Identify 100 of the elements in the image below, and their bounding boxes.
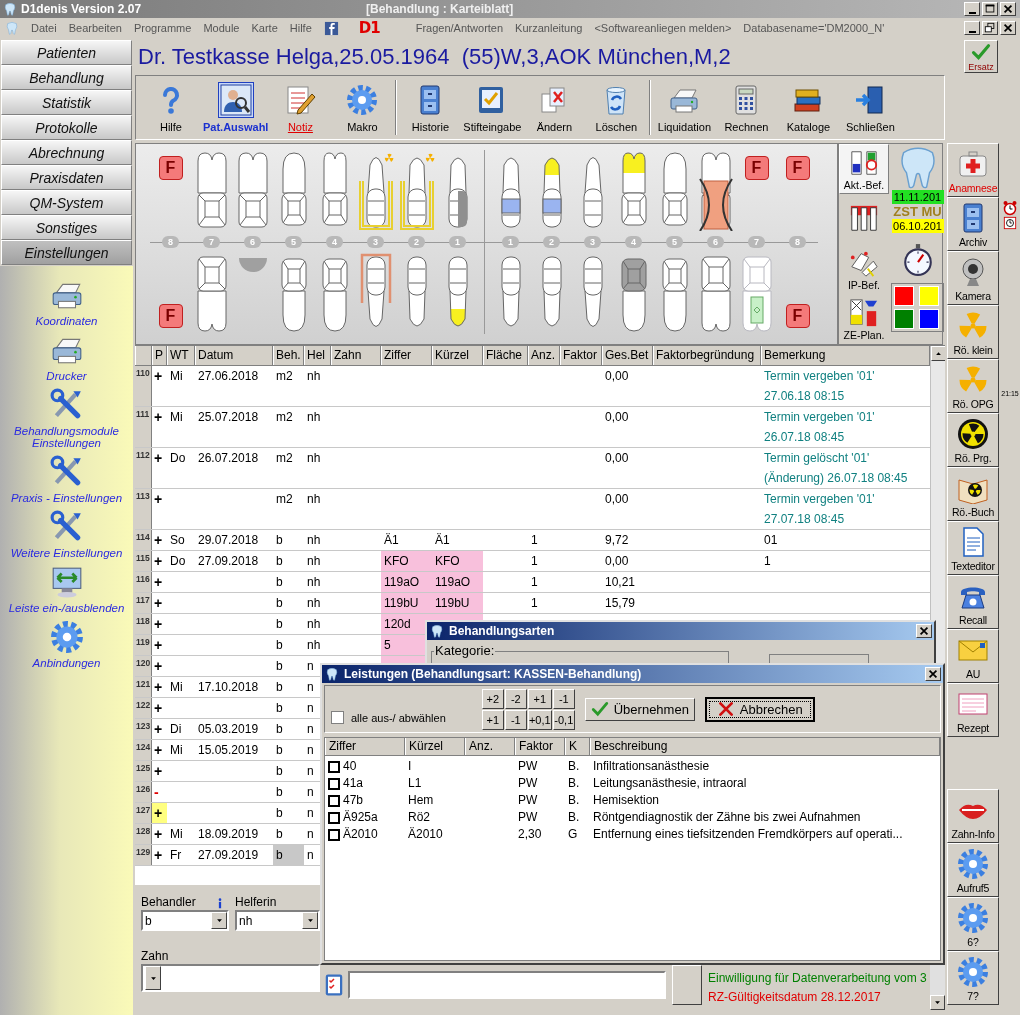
checkbox[interactable] — [328, 828, 340, 841]
close-button[interactable] — [925, 667, 941, 681]
nav-button[interactable]: Praxisdaten — [1, 165, 132, 190]
toolbar-button[interactable]: Löschen — [585, 78, 648, 137]
row-marker[interactable]: + — [152, 489, 167, 529]
side-button[interactable]: Rö. klein — [947, 305, 999, 359]
menu-link[interactable]: Databasename='DM2000_N' — [743, 22, 885, 34]
checkbox[interactable] — [328, 760, 340, 773]
menu-link[interactable]: Kurzanleitung — [515, 22, 583, 34]
row-marker[interactable]: + — [152, 530, 167, 550]
color-swatch[interactable] — [919, 309, 939, 329]
side-button[interactable]: Aufruf5 — [947, 843, 999, 897]
scroll-up-button[interactable] — [931, 346, 945, 361]
column-header[interactable]: Anz. — [528, 346, 560, 365]
tooth-flag-badge[interactable]: F — [744, 156, 769, 180]
color-swatch[interactable] — [894, 309, 914, 329]
color-swatch[interactable] — [894, 286, 914, 306]
menu-item[interactable]: Module — [203, 22, 240, 34]
column-header[interactable]: Kürzel — [432, 346, 483, 365]
settings-item[interactable]: Anbindungen — [2, 620, 131, 669]
checkbox[interactable] — [331, 711, 344, 724]
side-button[interactable]: Kamera — [947, 251, 999, 305]
nav-button[interactable]: Einstellungen — [1, 240, 132, 265]
step-button[interactable]: +1 — [527, 688, 552, 709]
dialog-button[interactable]: Abbrechen — [704, 696, 815, 722]
tooth-flag-badge[interactable]: F — [785, 156, 810, 180]
column-header[interactable]: Zahn — [331, 346, 381, 365]
menu-item[interactable]: Karte — [251, 22, 278, 34]
dropdown-field[interactable]: b — [141, 910, 229, 931]
checkbox[interactable] — [328, 794, 340, 807]
close-button[interactable] — [1000, 2, 1016, 16]
replacement-button[interactable]: Ersatz — [964, 40, 998, 73]
nav-button[interactable]: Sonstiges — [1, 215, 132, 240]
close-button[interactable] — [916, 624, 932, 638]
menu-item[interactable]: Hilfe — [289, 22, 312, 34]
column-header[interactable]: Faktor — [560, 346, 602, 365]
input-field[interactable] — [348, 971, 666, 999]
menu-item[interactable]: Programme — [133, 22, 192, 34]
menu-item[interactable]: Datei — [31, 22, 57, 34]
side-button[interactable]: 7? — [947, 951, 999, 1005]
side-button[interactable]: Rö. OPG — [947, 359, 999, 413]
dropdown-field[interactable]: nh — [235, 910, 320, 931]
tooth-flag-badge[interactable]: F — [158, 156, 183, 180]
minimize-button[interactable] — [964, 21, 980, 35]
side-button[interactable]: Rö.-Buch — [947, 467, 999, 521]
checkbox[interactable] — [328, 811, 340, 824]
column-header[interactable]: Anz. — [465, 738, 515, 755]
column-header[interactable]: Ziffer — [381, 346, 432, 365]
menu-item[interactable]: Bearbeiten — [68, 22, 122, 34]
step-button[interactable]: -1 — [504, 709, 527, 730]
side-button[interactable]: Texteditor — [947, 521, 999, 575]
toolbar-button[interactable]: Makro — [331, 78, 394, 137]
settings-item[interactable]: Leiste ein-/ausblenden — [2, 565, 131, 614]
column-header[interactable]: Beschreibung — [590, 738, 940, 755]
menu-link[interactable]: Fragen/Antworten — [415, 22, 504, 34]
chart-view-button[interactable]: Akt.-Bef. — [839, 144, 889, 194]
maximize-button[interactable] — [982, 2, 998, 16]
nav-button[interactable]: QM-System — [1, 190, 132, 215]
row-marker[interactable]: + — [152, 551, 167, 571]
chart-view-button[interactable]: IP-Bef. — [839, 244, 889, 294]
column-header[interactable]: Kürzel — [405, 738, 465, 755]
chart-view-button[interactable]: ZE-Plan. — [839, 294, 889, 344]
step-button[interactable]: +0,1 — [527, 709, 552, 730]
dialog-button[interactable]: Übernehmen — [584, 697, 695, 721]
settings-item[interactable]: Weitere Einstellungen — [2, 510, 131, 559]
nav-button[interactable]: Abrechnung — [1, 140, 132, 165]
scroll-down-button[interactable] — [930, 995, 945, 1010]
side-button[interactable]: Zahn-Info — [947, 789, 999, 843]
column-header[interactable]: Faktorbegründung — [653, 346, 761, 365]
checkbox[interactable] — [328, 777, 340, 790]
row-marker[interactable]: + — [152, 448, 167, 488]
side-button[interactable]: AU — [947, 629, 999, 683]
column-header[interactable]: Fläche — [483, 346, 528, 365]
row-marker[interactable]: + — [152, 803, 167, 823]
column-header[interactable]: Datum — [195, 346, 273, 365]
row-marker[interactable]: + — [152, 740, 167, 760]
column-header[interactable]: P — [152, 346, 167, 365]
tooth-flag-badge[interactable]: F — [158, 304, 183, 328]
step-button[interactable]: -2 — [504, 688, 527, 709]
column-header[interactable]: Beh. — [273, 346, 304, 365]
step-button[interactable]: -0,1 — [552, 709, 575, 730]
toolbar-button[interactable]: Ändern — [523, 78, 586, 137]
column-header[interactable]: Hel — [304, 346, 331, 365]
side-button[interactable]: Rezept — [947, 683, 999, 737]
column-header[interactable]: Ziffer — [325, 738, 405, 755]
settings-item[interactable]: Drucker — [2, 333, 131, 382]
toolbar-button[interactable]: Schließen — [839, 78, 902, 137]
column-header[interactable]: Ges.Bet — [602, 346, 653, 365]
row-marker[interactable]: + — [152, 366, 167, 406]
row-marker[interactable]: - — [152, 782, 167, 802]
toolbar-button[interactable]: Liquidation — [653, 78, 716, 137]
row-marker[interactable]: + — [152, 698, 167, 718]
column-header[interactable]: Faktor — [515, 738, 565, 755]
step-button[interactable]: -1 — [552, 688, 575, 709]
row-marker[interactable]: + — [152, 656, 167, 676]
settings-item[interactable]: Koordinaten — [2, 278, 131, 327]
step-button[interactable]: +2 — [481, 688, 504, 709]
row-marker[interactable]: + — [152, 407, 167, 447]
toolbar-button[interactable]: Kataloge — [777, 78, 840, 137]
row-marker[interactable]: + — [152, 845, 167, 865]
